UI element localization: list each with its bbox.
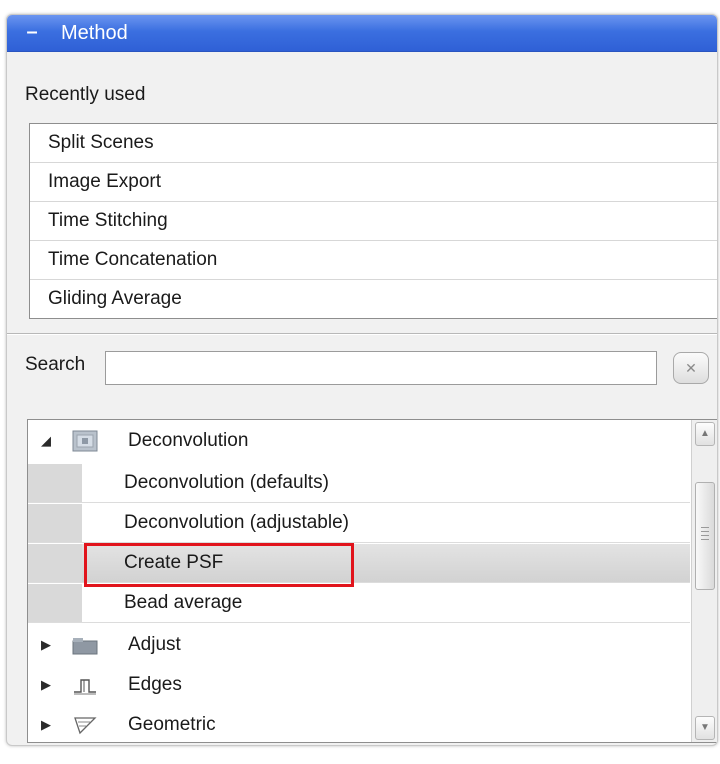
- tree-category-label: Geometric: [128, 714, 216, 735]
- adjust-icon: [72, 638, 98, 655]
- tree-item-deconvolution-defaults[interactable]: Deconvolution (defaults): [28, 464, 690, 503]
- tree-category-geometric[interactable]: ▶ Geometric: [28, 706, 690, 742]
- collapsed-triangle-icon[interactable]: ▶: [38, 666, 54, 704]
- tree-indent-guide: [28, 544, 82, 582]
- search-label: Search: [25, 354, 86, 375]
- grip-line: [701, 531, 709, 532]
- tree-category-adjust[interactable]: ▶ Adjust: [28, 626, 690, 664]
- recent-item-split-scenes[interactable]: Split Scenes: [30, 124, 717, 163]
- tree-item-deconvolution-adjustable[interactable]: Deconvolution (adjustable): [28, 504, 690, 543]
- grip-line: [701, 539, 709, 540]
- scroll-thumb[interactable]: [695, 482, 715, 590]
- recent-item-time-stitching[interactable]: Time Stitching: [30, 202, 717, 241]
- tree-category-edges[interactable]: ▶ Edges: [28, 666, 690, 704]
- section-divider: [7, 333, 717, 335]
- tree-indent-guide: [28, 584, 82, 622]
- tree-item-label: Bead average: [124, 592, 243, 613]
- search-input[interactable]: [105, 351, 657, 385]
- tree-item-bead-average[interactable]: Bead average: [28, 584, 690, 623]
- tree-item-label: Deconvolution (defaults): [124, 472, 329, 493]
- panel-title: Method: [61, 22, 128, 44]
- method-panel-header[interactable]: – Method: [7, 15, 717, 52]
- tree-category-deconvolution[interactable]: ◢ Deconvolution: [28, 422, 690, 460]
- tree-category-label: Adjust: [128, 634, 181, 655]
- recent-item-gliding-average[interactable]: Gliding Average: [30, 280, 717, 318]
- tree-scrollbar[interactable]: ▲ ▼: [691, 420, 717, 742]
- geometric-icon: [74, 717, 97, 735]
- scroll-down-button[interactable]: ▼: [695, 716, 715, 740]
- tree-item-label: Deconvolution (adjustable): [124, 512, 349, 533]
- collapse-icon[interactable]: –: [21, 20, 43, 44]
- edges-icon: [74, 679, 96, 695]
- grip-line: [701, 535, 709, 536]
- recently-used-list: Split Scenes Image Export Time Stitching…: [29, 123, 717, 319]
- expanded-triangle-icon[interactable]: ◢: [38, 422, 54, 460]
- tree-indent-guide: [28, 464, 82, 502]
- recent-item-time-concatenation[interactable]: Time Concatenation: [30, 241, 717, 280]
- tree-indent-guide: [28, 504, 82, 542]
- tree-category-label: Deconvolution: [128, 430, 249, 451]
- method-panel: – Method Recently used Split Scenes Imag…: [6, 14, 718, 746]
- grip-line: [701, 527, 709, 528]
- x-icon: ✕: [685, 360, 697, 376]
- scroll-up-button[interactable]: ▲: [695, 422, 715, 446]
- highlight-box: [84, 543, 354, 587]
- deconvolution-icon: [72, 430, 98, 452]
- collapsed-triangle-icon[interactable]: ▶: [38, 626, 54, 664]
- method-tree: ◢ Deconvolution Deconvolution (defaults)…: [27, 419, 717, 743]
- collapsed-triangle-icon[interactable]: ▶: [38, 706, 54, 742]
- clear-search-button[interactable]: ✕: [673, 352, 709, 384]
- recently-used-label: Recently used: [25, 84, 146, 105]
- recent-item-image-export[interactable]: Image Export: [30, 163, 717, 202]
- tree-category-label: Edges: [128, 674, 182, 695]
